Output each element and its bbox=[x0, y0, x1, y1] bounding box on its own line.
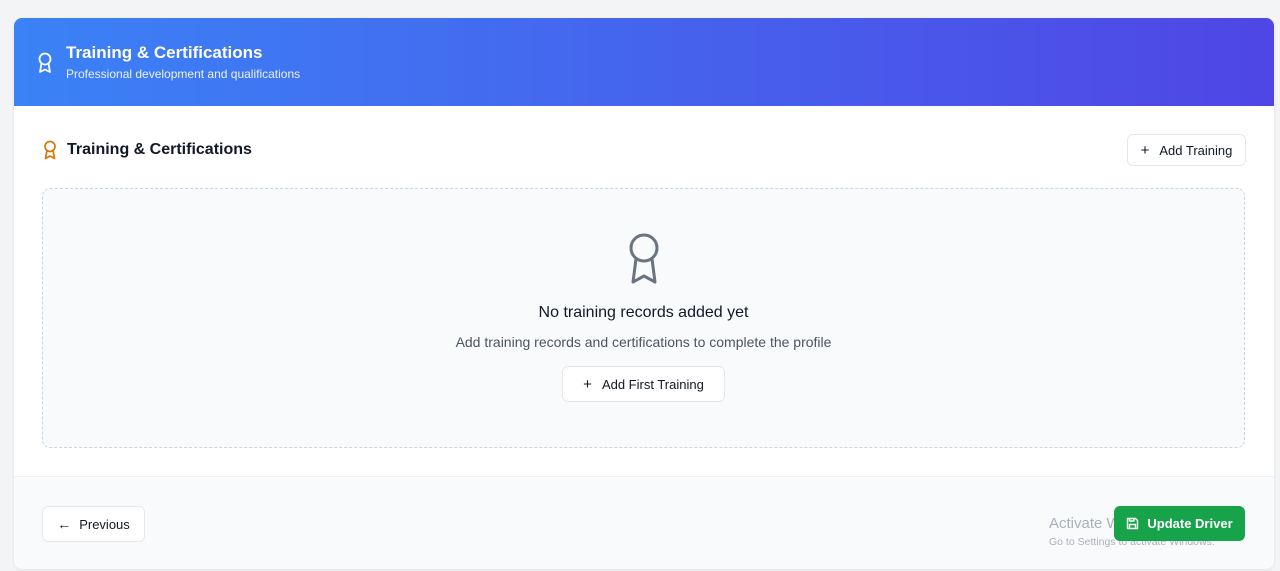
empty-state: No training records added yet Add traini… bbox=[42, 188, 1245, 448]
plus-icon: + bbox=[583, 375, 592, 393]
section-header: Training & Certifications + Add Training bbox=[42, 134, 1246, 166]
add-training-label: Add Training bbox=[1159, 142, 1233, 158]
plus-icon: + bbox=[1140, 141, 1150, 159]
previous-button[interactable]: ← Previous bbox=[42, 506, 145, 542]
card-footer: ← Previous Activate Windows Go to Settin… bbox=[14, 476, 1274, 569]
award-icon bbox=[629, 233, 658, 284]
add-training-button[interactable]: + Add Training bbox=[1127, 134, 1246, 166]
previous-label: Previous bbox=[79, 516, 130, 532]
empty-state-subtitle: Add training records and certifications … bbox=[455, 334, 832, 350]
section-title: Training & Certifications bbox=[67, 141, 252, 158]
empty-state-title: No training records added yet bbox=[538, 304, 749, 321]
award-icon bbox=[44, 140, 56, 160]
add-first-training-button[interactable]: + Add First Training bbox=[562, 366, 725, 402]
award-icon bbox=[38, 52, 52, 73]
training-card: Training & Certifications Professional d… bbox=[14, 18, 1274, 569]
card-header: Training & Certifications Professional d… bbox=[14, 18, 1274, 106]
arrow-left-icon: ← bbox=[57, 516, 72, 532]
header-title: Training & Certifications bbox=[66, 42, 263, 62]
save-icon bbox=[1127, 517, 1139, 530]
update-driver-button[interactable]: Update Driver bbox=[1114, 506, 1245, 541]
update-driver-label: Update Driver bbox=[1147, 516, 1233, 531]
header-subtitle: Professional development and qualificati… bbox=[66, 66, 301, 81]
add-first-training-label: Add First Training bbox=[601, 376, 704, 392]
